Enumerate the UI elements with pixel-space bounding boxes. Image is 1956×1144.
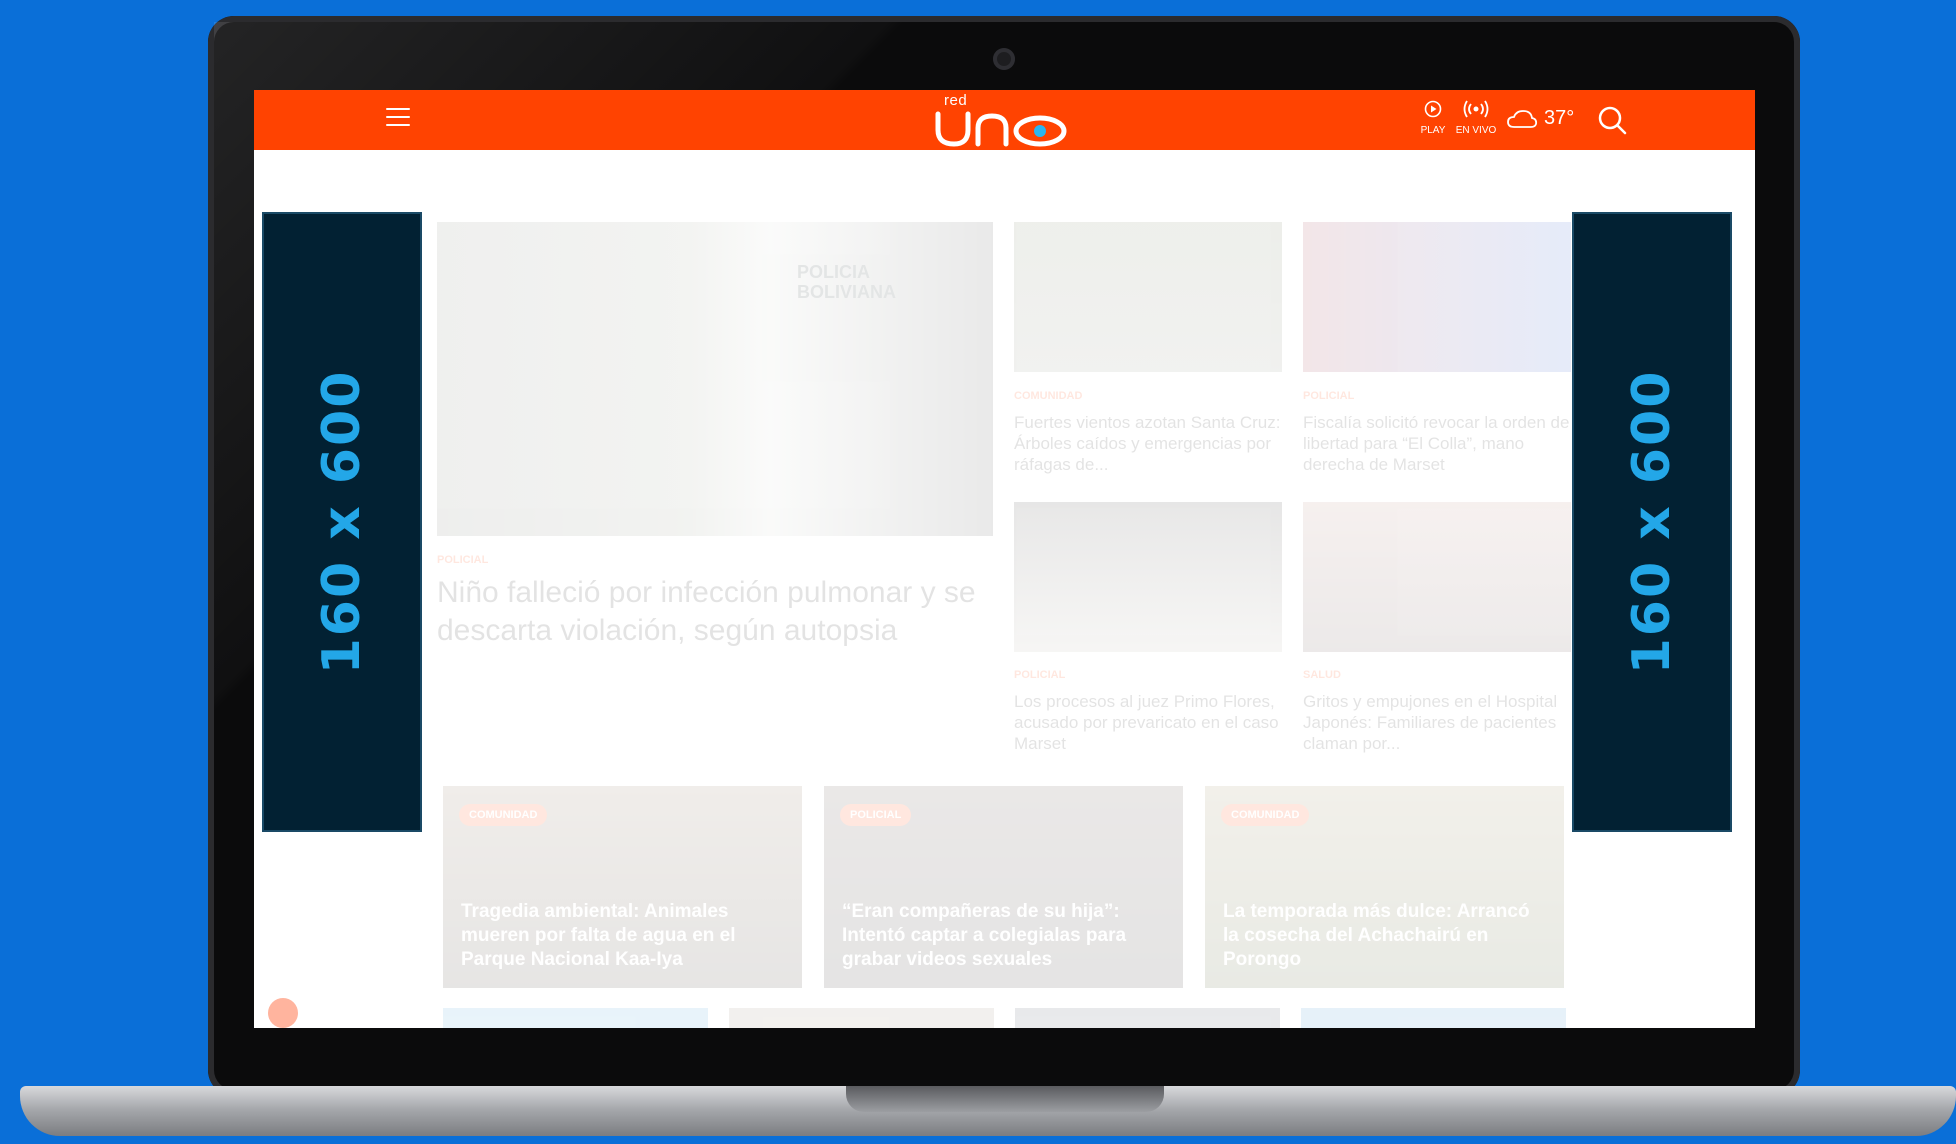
- card-category: COMUNIDAD: [1221, 804, 1310, 826]
- laptop-notch: [846, 1086, 1164, 1112]
- logo-uno-mark: [935, 111, 1067, 147]
- side-story-image[interactable]: [1303, 222, 1571, 372]
- left-ad-label: 160 x 600: [312, 369, 372, 675]
- play-button[interactable]: PLAY: [1418, 100, 1448, 142]
- news-card[interactable]: COMUNIDAD Tragedia ambiental: Animales m…: [443, 786, 802, 988]
- news-card-thumbnail[interactable]: [443, 1008, 708, 1028]
- left-ad-banner[interactable]: 160 x 600: [262, 212, 422, 832]
- card-category: POLICIAL: [840, 804, 912, 826]
- side-story-image[interactable]: [1303, 502, 1571, 652]
- browser-viewport: red PLAY EN VIVO 37° POLICIA BOLIVIANA P…: [254, 90, 1755, 1028]
- menu-icon[interactable]: [386, 108, 410, 128]
- search-icon[interactable]: [1596, 104, 1628, 136]
- side-story-image[interactable]: [1014, 222, 1282, 372]
- news-card-thumbnail[interactable]: [729, 1008, 994, 1028]
- news-card-thumbnail[interactable]: [1015, 1008, 1280, 1028]
- play-label: PLAY: [1420, 125, 1446, 136]
- card-title: Tragedia ambiental: Animales mueren por …: [461, 901, 736, 970]
- side-story-category: POLICIAL: [1014, 669, 1066, 681]
- page-content: POLICIA BOLIVIANA POLICIAL Niño falleció…: [254, 150, 1755, 1028]
- main-story-image[interactable]: POLICIA BOLIVIANA: [437, 222, 993, 536]
- news-card[interactable]: POLICIAL “Eran compañeras de su hija”: I…: [824, 786, 1183, 988]
- webcam-icon: [993, 48, 1015, 70]
- floating-chat-button[interactable]: [268, 998, 298, 1028]
- news-grid: POLICIA BOLIVIANA POLICIAL Niño falleció…: [254, 150, 1755, 1028]
- cloud-icon: [1507, 110, 1538, 128]
- news-card[interactable]: COMUNIDAD La temporada más dulce: Arranc…: [1205, 786, 1564, 988]
- main-story-title[interactable]: Niño falleció por infección pulmonar y s…: [437, 574, 997, 650]
- news-card-thumbnail[interactable]: [1301, 1008, 1566, 1028]
- card-title: La temporada más dulce: Arrancó la cosec…: [1223, 901, 1530, 970]
- right-ad-label: 160 x 600: [1622, 369, 1682, 675]
- side-story-category: SALUD: [1303, 669, 1341, 681]
- side-story-category: COMUNIDAD: [1014, 390, 1083, 402]
- temperature-readout: 37°: [1544, 107, 1575, 129]
- side-story-category: POLICIAL: [1303, 390, 1355, 402]
- main-story-sign: POLICIA BOLIVIANA: [797, 262, 896, 302]
- side-story-title[interactable]: Los procesos al juez Primo Flores, acusa…: [1014, 691, 1282, 754]
- right-ad-banner[interactable]: 160 x 600: [1572, 212, 1732, 832]
- broadcast-icon: [1463, 100, 1489, 118]
- side-story-image[interactable]: [1014, 502, 1282, 652]
- card-category: COMUNIDAD: [459, 804, 548, 826]
- side-story-title[interactable]: Fiscalía solicitó revocar la orden de li…: [1303, 412, 1571, 475]
- live-button[interactable]: EN VIVO: [1454, 100, 1498, 142]
- side-story-title[interactable]: Gritos y empujones en el Hospital Japoné…: [1303, 691, 1571, 754]
- side-story-title[interactable]: Fuertes vientos azotan Santa Cruz: Árbol…: [1014, 412, 1282, 475]
- card-title: “Eran compañeras de su hija”: Intentó ca…: [842, 901, 1127, 970]
- play-icon: [1424, 100, 1442, 118]
- live-label: EN VIVO: [1455, 125, 1497, 136]
- main-story-category: POLICIAL: [437, 554, 489, 566]
- site-header: red PLAY EN VIVO 37°: [254, 90, 1755, 150]
- site-logo[interactable]: red: [934, 92, 1094, 148]
